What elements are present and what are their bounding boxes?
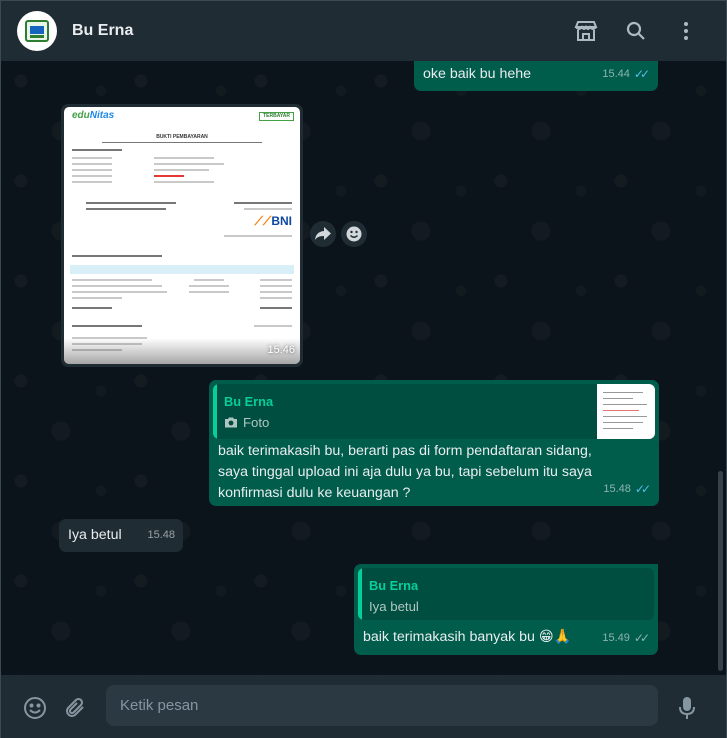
quoted-author: Bu Erna [369,578,419,593]
bank-logo: ⟋⟋BNI [254,214,292,228]
message-outgoing-reply[interactable]: Bu Erna Foto baik terimakasih bu, berart… [209,380,659,506]
message-input[interactable] [106,685,658,726]
message-time: 15.44 [602,68,630,80]
contact-name[interactable]: Bu Erna [72,22,133,40]
camera-icon [225,417,237,428]
message-time: 15.48 [603,483,631,495]
emoji: 😁🙏 [538,629,572,645]
header-actions [574,1,698,61]
search-icon[interactable] [624,19,648,43]
payment-receipt-image[interactable]: eduNitas TERBAYAR BUKTI PEMBAYARAN ⟋⟋BNI [64,107,300,364]
message-outgoing-reply[interactable]: Bu Erna Iya betul baik terimakasih banya… [354,564,658,655]
receipt-title: BUKTI PEMBAYARAN [156,134,208,140]
message-time: 15.48 [147,529,175,541]
message-meta: 15.44 ✓✓ [602,64,650,85]
message-text: baik terimakasih banyak bu 😁🙏 [363,627,571,648]
quoted-text: Iya betul [369,599,419,614]
quoted-author: Bu Erna [224,394,274,409]
microphone-icon[interactable] [674,695,700,721]
read-ticks-icon: ✓✓ [633,67,650,81]
store-icon[interactable] [574,19,598,43]
forward-icon[interactable] [310,221,336,247]
menu-icon[interactable] [674,19,698,43]
receipt-brand: eduNitas [72,110,115,121]
delivered-ticks-icon: ✓✓ [633,631,650,645]
message-meta: 15.49 ✓✓ [602,628,650,649]
message-meta: 15.48 ✓✓ [603,479,651,500]
school-logo-icon [25,20,49,42]
contact-avatar[interactable] [17,11,57,51]
conversation-panel[interactable]: oke baik bu hehe 15.44 ✓✓ eduNitas TERBA… [1,61,726,675]
chat-scrollbar[interactable] [718,471,723,671]
chat-header: Bu Erna [1,1,726,61]
message-text: Iya betul [68,527,122,543]
message-outgoing[interactable]: oke baik bu hehe 15.44 ✓✓ [414,61,658,91]
message-text: oke baik bu hehe [423,66,532,82]
message-image[interactable]: eduNitas TERBAYAR BUKTI PEMBAYARAN ⟋⟋BNI [61,104,303,367]
quoted-message[interactable]: Bu Erna Foto [213,384,655,439]
quoted-image-thumbnail [597,384,655,439]
composer-bar [1,675,726,738]
read-ticks-icon: ✓✓ [634,482,651,496]
message-meta: 15.48 [147,525,175,546]
quoted-text: Foto [224,412,269,433]
message-text: baik terimakasih bu, berarti pas di form… [218,443,592,501]
message-incoming[interactable]: Iya betul 15.48 [59,519,183,552]
emoji-icon[interactable] [22,695,48,721]
quoted-message[interactable]: Bu Erna Iya betul [358,568,654,620]
whatsapp-window: Bu Erna oke baik bu hehe 15.44 ✓✓ eduNit… [0,0,727,738]
react-emoji-icon[interactable] [341,221,367,247]
receipt-paid-badge: TERBAYAR [259,112,294,121]
attach-icon[interactable] [63,695,89,721]
message-time: 15.49 [602,632,630,644]
message-time: 15.46 [267,344,295,356]
